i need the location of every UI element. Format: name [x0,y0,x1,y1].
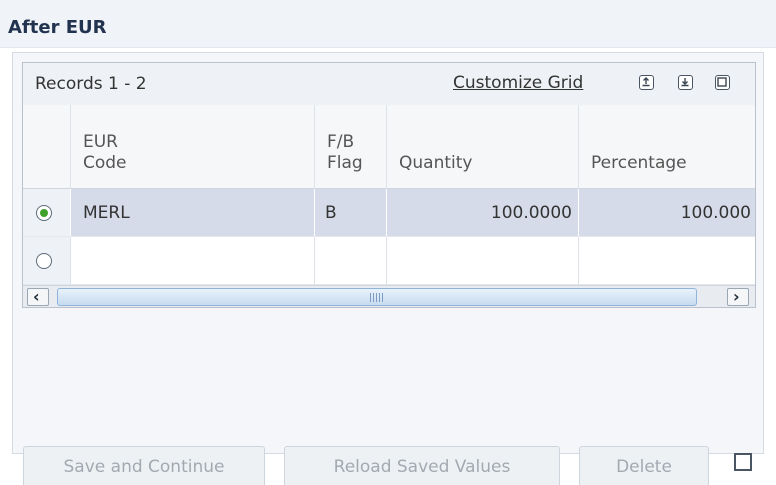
select-column-header [23,105,71,189]
fb-flag-cell[interactable]: B [315,189,387,237]
column-header-eur-code-line1: EUR [83,132,118,152]
column-header-fb-flag-line2: Flag [327,153,363,173]
scroll-right-icon[interactable]: › [727,287,749,306]
grid-toolbar: Records 1 - 2 Customize Grid [23,63,755,106]
customize-grid-link[interactable]: Customize Grid [453,73,583,93]
percentage-cell[interactable]: 100.000 [579,189,755,237]
horizontal-scrollbar[interactable]: ‹ › [23,285,755,307]
delete-label: Delete [616,457,672,477]
row-select-cell[interactable] [23,237,71,285]
records-grid: Records 1 - 2 Customize Grid EUR Code F/… [22,62,756,308]
save-and-continue-button[interactable]: Save and Continue [23,446,265,485]
column-header-quantity[interactable]: Quantity [387,105,579,189]
eur-code-cell[interactable] [71,237,315,285]
fb-flag-value: B [325,203,337,223]
percentage-cell[interactable] [579,237,755,285]
table-row[interactable] [23,237,755,285]
eur-code-value: MERL [83,203,130,223]
maximize-icon[interactable] [715,75,730,90]
table-row[interactable]: MERL B 100.0000 100.000 [23,189,755,237]
records-count-label: Records 1 - 2 [35,74,147,94]
delete-button[interactable]: Delete [579,446,709,485]
fb-flag-cell[interactable] [315,237,387,285]
quantity-cell[interactable] [387,237,579,285]
column-header-fb-flag-line1: F/B [327,132,355,152]
checkbox[interactable] [734,453,752,471]
quantity-cell[interactable]: 100.0000 [387,189,579,237]
quantity-value: 100.0000 [490,203,572,223]
reload-saved-values-label: Reload Saved Values [333,457,511,477]
row-select-cell[interactable] [23,189,71,237]
percentage-value: 100.000 [680,203,751,223]
scroll-left-icon[interactable]: ‹ [27,287,49,306]
row-radio-selected[interactable] [36,205,52,221]
scrollbar-grip-icon [370,293,384,302]
eur-code-cell[interactable]: MERL [71,189,315,237]
reload-saved-values-button[interactable]: Reload Saved Values [284,446,560,485]
column-header-fb-flag[interactable]: F/B Flag [315,105,387,189]
import-icon[interactable] [678,75,693,90]
column-header-quantity-label: Quantity [399,153,473,173]
section-title: After EUR [8,17,107,38]
save-and-continue-label: Save and Continue [63,457,225,477]
column-header-eur-code[interactable]: EUR Code [71,105,315,189]
column-header-percentage[interactable]: Percentage [579,105,755,189]
export-icon[interactable] [639,75,654,90]
scrollbar-thumb[interactable] [57,288,697,306]
column-header-eur-code-line2: Code [83,153,127,173]
section-header: After EUR [0,0,776,48]
row-radio[interactable] [36,253,52,269]
column-header-percentage-label: Percentage [591,153,687,173]
